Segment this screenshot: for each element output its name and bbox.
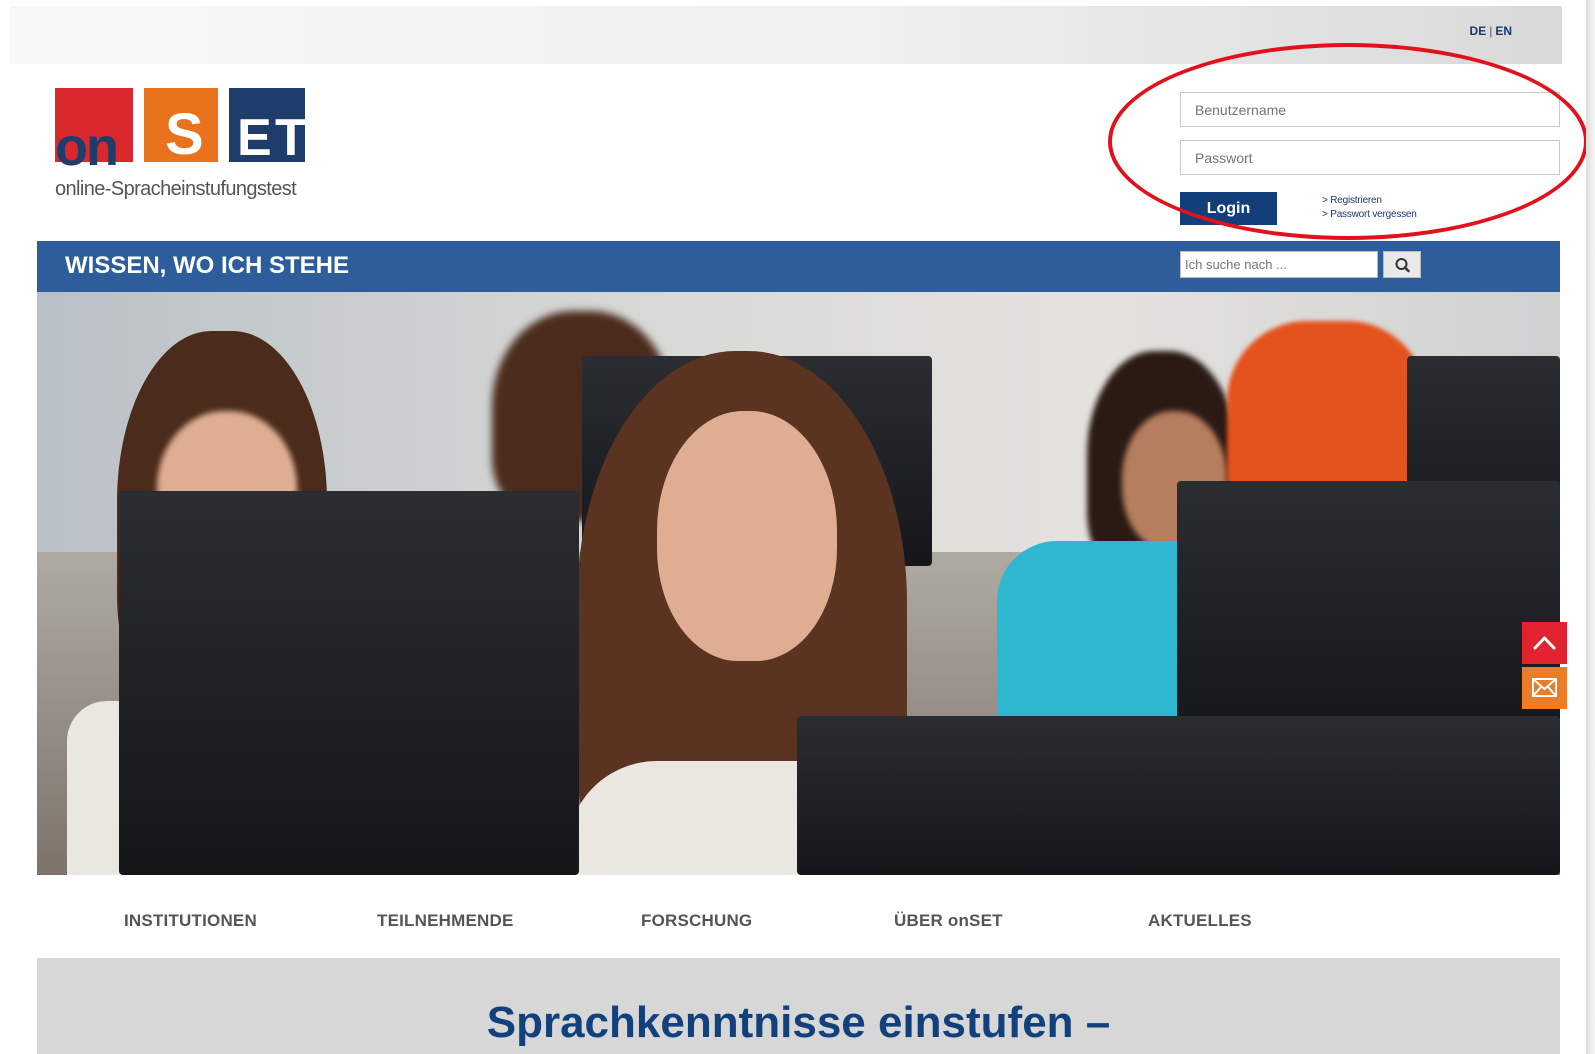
nav-aktuelles[interactable]: AKTUELLES [1148,911,1252,931]
nav-teilnehmende[interactable]: TEILNEHMENDE [377,911,514,931]
forgot-password-link[interactable]: > Passwort vergessen [1322,209,1417,220]
search-input[interactable] [1180,251,1378,278]
photo-woman-face [657,411,837,661]
photo-student-far-right-shirt [1227,321,1427,491]
login-button[interactable]: Login [1180,192,1277,225]
page: DE | EN on S E T online-Spracheinstufungst… [0,0,1595,1054]
logo-letter-e: E [237,109,272,167]
username-input[interactable] [1180,92,1560,127]
contact-mail-button[interactable] [1522,667,1567,709]
logo-letters-on: on [55,117,119,177]
window-edge-shadow [1586,0,1595,1054]
intro-section: Sprachkenntnisse einstufen – [37,958,1560,1054]
language-switch: DE | EN [1470,24,1512,38]
hero-title-bar: WISSEN, WO ICH STEHE [37,241,1560,292]
search-button[interactable] [1383,251,1421,278]
search-icon [1395,258,1410,273]
lang-de-link[interactable]: DE [1470,24,1487,38]
logo-letter-s: S [165,102,204,167]
logo-letter-t: T [275,109,307,167]
hero-slogan: WISSEN, WO ICH STEHE [65,252,350,279]
arrow-up-icon [1533,636,1556,650]
mail-icon [1532,678,1557,697]
logo-subtitle: online-Spracheinstufungstest [55,178,297,200]
password-input[interactable] [1180,140,1560,175]
photo-monitor-front-right [797,716,1560,875]
nav-institutionen[interactable]: INSTITUTIONEN [124,911,257,931]
nav-ueber-onset[interactable]: ÜBER onSET [894,911,1003,931]
register-link[interactable]: > Registrieren [1322,195,1382,206]
photo-monitor-left [119,491,579,875]
photo-monitor-right [1177,481,1560,741]
lang-separator: | [1489,24,1493,38]
nav-forschung[interactable]: FORSCHUNG [641,911,752,931]
intro-headline: Sprachkenntnisse einstufen – [486,998,1111,1047]
top-bar: DE | EN [10,6,1562,64]
scroll-top-button[interactable] [1522,622,1567,664]
hero-image: WISSEN, WO ICH STEHE [37,241,1560,875]
lang-en-link[interactable]: EN [1495,24,1512,38]
